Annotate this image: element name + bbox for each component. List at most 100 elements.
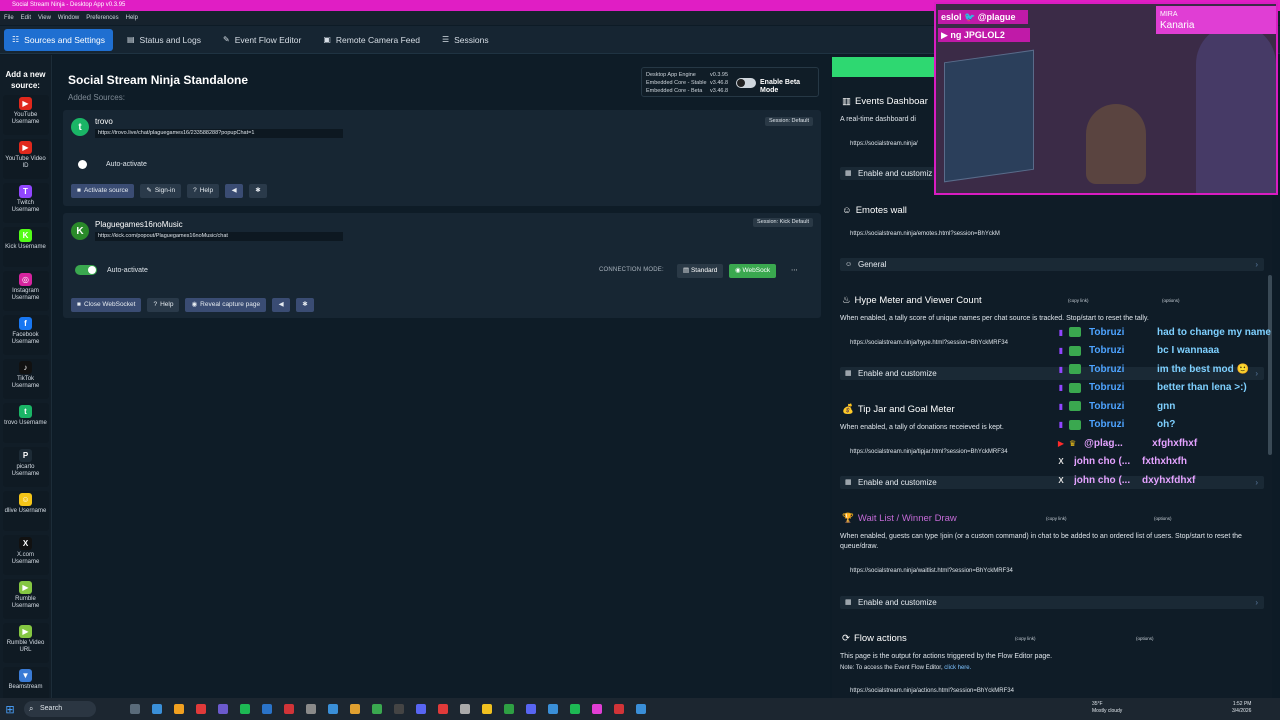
chat-username: Tobruzi (1089, 326, 1125, 338)
tipjar-url[interactable]: https://socialstream.ninja/tipjar.html?s… (850, 449, 1008, 455)
options-link[interactable]: (options) (1136, 636, 1154, 641)
add-source-6[interactable]: ♪ TikTok Username (2, 359, 49, 399)
taskbar-app-icon[interactable] (394, 704, 404, 714)
chat-text: im the best mod 🙂 (1157, 363, 1249, 375)
more-menu-icon[interactable]: ⋯ (785, 264, 804, 278)
add-source-11[interactable]: ▶ Rumble Username (2, 579, 49, 619)
add-source-12[interactable]: ▶ Rumble Video URL (2, 623, 49, 663)
speaker-icon: ◀ (231, 187, 237, 194)
hype-url[interactable]: https://socialstream.ninja/hype.html?ses… (850, 340, 1008, 346)
emotes-general-row[interactable]: ☺ General › (840, 258, 1264, 271)
taskbar-app-icon[interactable] (306, 704, 316, 714)
emotes-url[interactable]: https://socialstream.ninja/emotes.html?s… (850, 231, 1000, 237)
taskbar-app-icon[interactable] (284, 704, 294, 714)
menu-file[interactable]: File (4, 11, 14, 25)
options-link[interactable]: (options) (1154, 516, 1172, 521)
taskbar-app-icon[interactable] (548, 704, 558, 714)
weather-widget[interactable]: 35°F Mostly cloudy (1092, 701, 1122, 715)
add-source-2[interactable]: T Twitch Username (2, 183, 49, 223)
menu-preferences[interactable]: Preferences (86, 11, 118, 25)
tab-remote-camera[interactable]: ▣ Remote Camera Feed (315, 29, 428, 51)
key-icon: ✎ (146, 187, 152, 194)
add-source-3[interactable]: K Kick Username (2, 227, 49, 267)
session-badge: Session: Kick Default (753, 218, 813, 227)
taskbar-app-icon[interactable] (372, 704, 382, 714)
taskbar-app-icon[interactable] (218, 704, 228, 714)
copy-link[interactable]: (copy link) (1046, 516, 1067, 521)
panel-icon: ▦ (845, 370, 852, 377)
waitlist-enable-row[interactable]: ▦ Enable and customize › (840, 596, 1264, 609)
chat-text: bc I wannaaa (1157, 345, 1220, 357)
add-source-7[interactable]: t trovo Username (2, 403, 49, 443)
reveal-capture-button[interactable]: ◉ Reveal capture page (185, 298, 267, 312)
settings-button[interactable]: ✱ (249, 184, 268, 198)
taskbar-app-icon[interactable] (592, 704, 602, 714)
source-url[interactable]: https://trovo.live/chat/plaguegames16/23… (95, 129, 343, 138)
tab-event-flow[interactable]: ✎ Event Flow Editor (215, 29, 309, 51)
activate-source-button[interactable]: ■ Activate source (71, 184, 135, 198)
taskbar-app-icon[interactable] (438, 704, 448, 714)
add-source-13[interactable]: ▼ Beamstream (2, 667, 49, 698)
taskbar-app-icon[interactable] (460, 704, 470, 714)
mode-websocket-button[interactable]: ◉ WebSock (729, 264, 777, 278)
auto-activate-toggle[interactable] (75, 265, 97, 275)
close-websocket-button[interactable]: ■ Close WebSocket (71, 298, 142, 312)
taskbar-app-icon[interactable] (482, 704, 492, 714)
taskbar-app-icon[interactable] (152, 704, 162, 714)
help-button[interactable]: ? Help (147, 298, 180, 312)
add-source-10[interactable]: X X.com Username (2, 535, 49, 575)
copy-link[interactable]: (copy link) (1068, 298, 1089, 303)
clock[interactable]: 1:52 PM 3/4/2026 (1232, 701, 1251, 715)
beta-mode-toggle[interactable] (736, 78, 756, 88)
taskbar-app-icon[interactable] (570, 704, 580, 714)
taskbar-app-icon[interactable] (526, 704, 536, 714)
mod-badge-icon (1069, 401, 1081, 412)
settings-button[interactable]: ✱ (296, 298, 315, 312)
help-button[interactable]: ? Help (187, 184, 220, 198)
menu-view[interactable]: View (38, 11, 51, 25)
taskbar-app-icon[interactable] (130, 704, 140, 714)
taskbar-app-icon[interactable] (504, 704, 514, 714)
source-url[interactable]: https://kick.com/popout/Plaguegames16noM… (95, 232, 343, 241)
taskbar-app-icon[interactable] (350, 704, 360, 714)
add-source-0[interactable]: ▶ YouTube Username (2, 95, 49, 135)
taskbar-app-icon[interactable] (262, 704, 272, 714)
add-source-4[interactable]: ◎ Instagram Username (2, 271, 49, 311)
chat-message: Xjohn cho (... fxthxhxfh (1056, 453, 1280, 472)
menu-window[interactable]: Window (58, 11, 79, 25)
taskbar-app-icon[interactable] (328, 704, 338, 714)
mode-standard-button[interactable]: ▤ Standard (677, 264, 724, 278)
add-source-5[interactable]: f Facebook Username (2, 315, 49, 355)
mute-button[interactable]: ◀ (272, 298, 291, 312)
windows-start-icon[interactable]: ⊞ (0, 703, 20, 716)
tab-sessions[interactable]: ☰ Sessions (434, 29, 497, 51)
taskbar-app-icon[interactable] (636, 704, 646, 714)
menu-edit[interactable]: Edit (21, 11, 31, 25)
taskbar-app-icon[interactable] (416, 704, 426, 714)
tab-sources-settings[interactable]: ☷ Sources and Settings (4, 28, 113, 51)
copy-link[interactable]: (copy link) (1015, 636, 1036, 641)
speaker-icon: ◀ (278, 301, 284, 308)
events-url[interactable]: https://socialstream.ninja/ (850, 141, 918, 147)
mute-button[interactable]: ◀ (225, 184, 244, 198)
taskbar-app-icon[interactable] (196, 704, 206, 714)
tab-status-logs[interactable]: ▤ Status and Logs (119, 29, 209, 51)
flow-editor-link[interactable]: click here. (944, 665, 971, 671)
taskbar-app-icon[interactable] (174, 704, 184, 714)
waitlist-url[interactable]: https://socialstream.ninja/waitlist.html… (850, 568, 1013, 574)
flow-url[interactable]: https://socialstream.ninja/actions.html?… (850, 688, 1014, 694)
list-icon: ▤ (126, 35, 135, 44)
options-link[interactable]: (options) (1162, 298, 1180, 303)
taskbar-app-icon[interactable] (614, 704, 624, 714)
add-source-8[interactable]: Ppicarto Username (2, 447, 49, 487)
chat-text: better than lena >:) (1157, 382, 1247, 394)
auto-activate-toggle[interactable] (78, 160, 96, 169)
menu-help[interactable]: Help (126, 11, 138, 25)
taskbar-app-icon[interactable] (240, 704, 250, 714)
events-enable-row[interactable]: ▦ Enable and customiz (840, 167, 935, 180)
taskbar-search[interactable]: Search (24, 701, 96, 717)
sign-in-button[interactable]: ✎ Sign-in (140, 184, 182, 198)
add-source-1[interactable]: ▶ YouTube Video ID (2, 139, 49, 179)
source-logo-icon: ▶ (19, 141, 32, 154)
add-source-9[interactable]: ☺ dlive Username (2, 491, 49, 531)
